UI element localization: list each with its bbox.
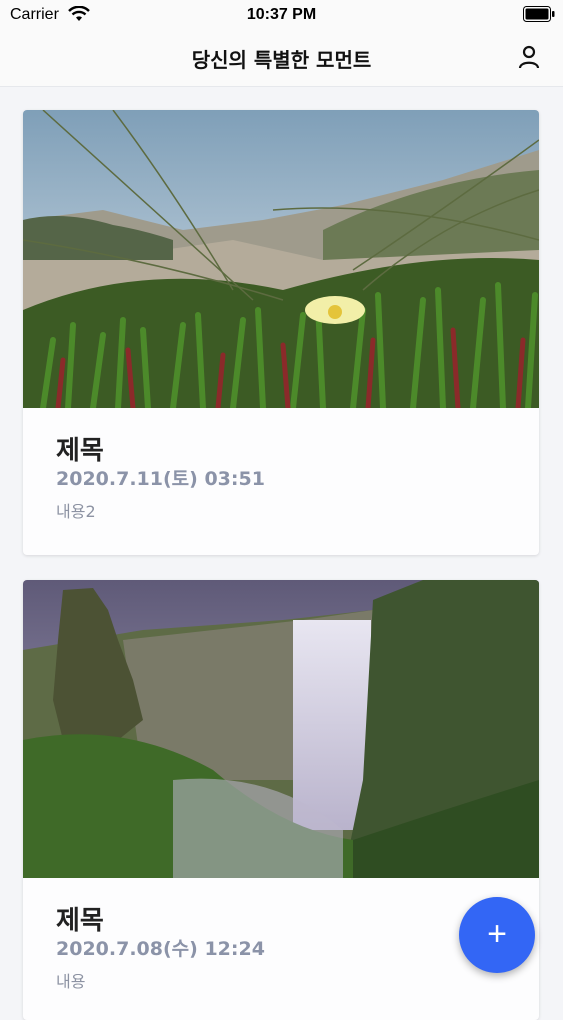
moment-card[interactable]: 제목 2020.7.11(토) 03:51 내용2: [23, 110, 539, 555]
person-icon[interactable]: [517, 44, 541, 70]
card-date: 2020.7.08(수) 12:24: [56, 938, 265, 960]
card-content: 내용2: [56, 502, 96, 521]
card-date: 2020.7.11(토) 03:51: [56, 468, 265, 490]
moment-card[interactable]: 제목 2020.7.08(수) 12:24 내용: [23, 580, 539, 1020]
battery-icon: [523, 6, 555, 22]
card-content: 내용: [56, 972, 86, 991]
card-photo: [23, 580, 539, 878]
card-title: 제목: [56, 906, 104, 936]
card-photo: [23, 110, 539, 408]
navigation-bar: 당신의 특별한 모먼트: [0, 30, 563, 87]
status-time: 10:37 PM: [246, 6, 317, 23]
page-title: 당신의 특별한 모먼트: [191, 48, 372, 72]
status-bar: Carrier 10:37 PM: [0, 0, 563, 30]
add-moment-button[interactable]: +: [459, 897, 535, 973]
plus-icon: +: [487, 915, 507, 953]
card-title: 제목: [56, 436, 104, 466]
